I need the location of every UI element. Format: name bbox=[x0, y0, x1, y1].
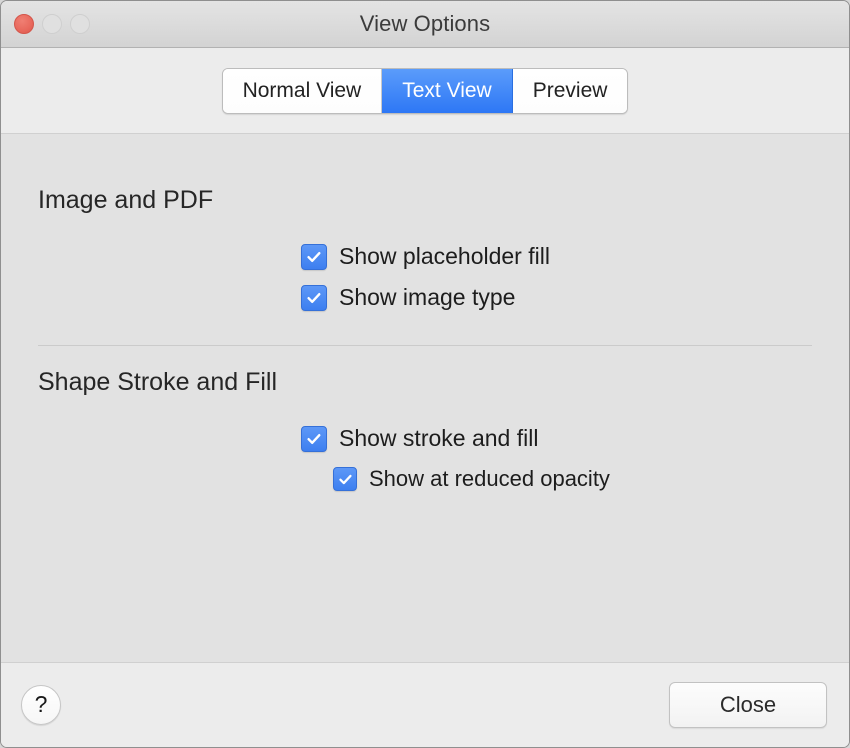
shape-stroke-and-fill-options: Show stroke and fill Show at reduced opa… bbox=[38, 425, 812, 492]
tab-preview[interactable]: Preview bbox=[512, 68, 628, 113]
option-show-placeholder-fill[interactable]: Show placeholder fill bbox=[38, 243, 812, 270]
traffic-light-controls bbox=[14, 1, 90, 47]
title-bar: View Options bbox=[1, 1, 849, 48]
option-show-at-reduced-opacity[interactable]: Show at reduced opacity bbox=[38, 466, 812, 492]
option-label: Show at reduced opacity bbox=[369, 466, 610, 491]
section-title-shape-stroke-and-fill: Shape Stroke and Fill bbox=[38, 368, 278, 396]
tab-text-view[interactable]: Text View bbox=[382, 68, 513, 113]
close-button[interactable]: Close bbox=[669, 682, 827, 728]
close-window-button[interactable] bbox=[14, 14, 34, 34]
view-options-window: View Options Normal View Text View Previ… bbox=[0, 0, 850, 748]
tab-normal-view[interactable]: Normal View bbox=[222, 68, 383, 113]
toolbar: Normal View Text View Preview bbox=[1, 48, 849, 134]
image-and-pdf-options: Show placeholder fill Show image type bbox=[38, 243, 812, 311]
minimize-window-button bbox=[42, 14, 62, 34]
option-label: Show placeholder fill bbox=[339, 243, 550, 269]
option-show-image-type[interactable]: Show image type bbox=[38, 284, 812, 311]
help-icon[interactable]: ? bbox=[21, 685, 61, 725]
window-title: View Options bbox=[359, 11, 491, 36]
zoom-window-button bbox=[70, 14, 90, 34]
checkbox-checked-icon[interactable] bbox=[301, 425, 327, 452]
view-mode-segmented-control[interactable]: Normal View Text View Preview bbox=[221, 67, 629, 114]
checkbox-checked-icon[interactable] bbox=[301, 284, 327, 311]
dialog-footer: ? Close bbox=[1, 662, 849, 747]
option-label: Show stroke and fill bbox=[339, 425, 539, 451]
checkbox-checked-icon[interactable] bbox=[301, 243, 327, 270]
checkbox-checked-icon[interactable] bbox=[333, 467, 357, 491]
section-title-image-and-pdf: Image and PDF bbox=[38, 186, 214, 214]
options-content: Image and PDF Show placeholder fill Show… bbox=[1, 134, 849, 662]
option-show-stroke-and-fill[interactable]: Show stroke and fill bbox=[38, 425, 812, 452]
option-label: Show image type bbox=[339, 284, 516, 310]
